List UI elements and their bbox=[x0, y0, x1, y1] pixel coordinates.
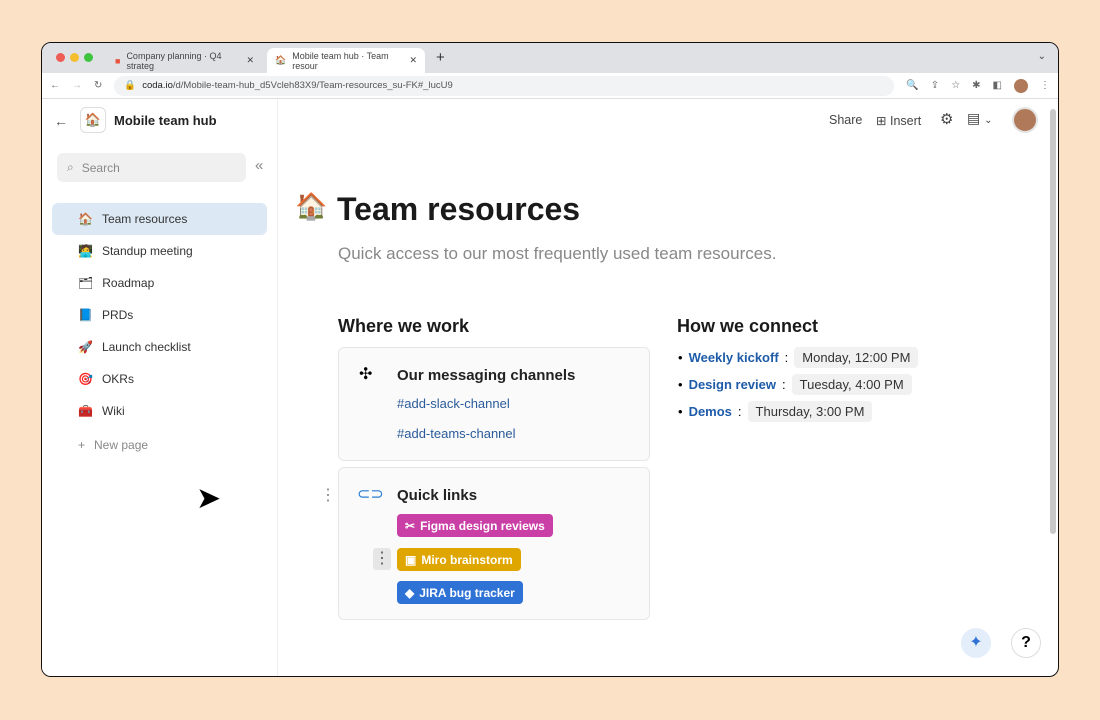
jira-link-chip[interactable]: ◆ JIRA bug tracker bbox=[397, 581, 523, 604]
search-input[interactable]: ⌕ Search bbox=[57, 153, 246, 182]
help-button[interactable]: ? bbox=[1011, 628, 1041, 658]
back-icon[interactable]: ← bbox=[50, 80, 60, 91]
doc-icon: 🏠 bbox=[80, 107, 106, 133]
teams-channel-link[interactable]: #add-teams-channel bbox=[397, 426, 516, 441]
share-icon[interactable]: ⇪ bbox=[931, 80, 939, 91]
chevron-down-icon[interactable]: ⌄ bbox=[1038, 51, 1046, 62]
person-computer-icon: 🧑‍💻 bbox=[78, 244, 93, 258]
extensions-icon[interactable]: ✱ bbox=[972, 80, 980, 91]
forward-icon[interactable]: → bbox=[72, 80, 82, 91]
sidepanel-icon[interactable]: ◧ bbox=[993, 80, 1002, 91]
scrollbar[interactable] bbox=[1050, 109, 1056, 534]
rocket-icon: 🚀 bbox=[78, 340, 93, 354]
tab-mobile-team-hub[interactable]: 🏠 Mobile team hub · Team resour ✕ bbox=[267, 48, 425, 73]
book-icon: 📘 bbox=[78, 308, 93, 322]
sidebar: ← 🏠 Mobile team hub ⌕ Search « 🏠 Team reso… bbox=[42, 99, 278, 676]
mouse-cursor-icon: ➤ bbox=[196, 482, 222, 515]
meeting-time: Monday, 12:00 PM bbox=[794, 347, 919, 368]
sidebar-item-launch-checklist[interactable]: 🚀 Launch checklist bbox=[52, 331, 267, 363]
url-input[interactable]: 🔒 coda.io/d/Mobile-team-hub_d5Vcleh83X9/T… bbox=[114, 75, 895, 96]
slack-channel-link[interactable]: #add-slack-channel bbox=[397, 396, 510, 411]
maximize-window-button[interactable] bbox=[84, 53, 93, 62]
page-title: Team resources bbox=[337, 191, 581, 227]
sidebar-item-okrs[interactable]: 🎯 OKRs bbox=[52, 363, 267, 395]
share-button[interactable]: Share bbox=[829, 113, 862, 127]
messaging-card: ✣ Our messaging channels #add-slack-chan… bbox=[338, 347, 650, 461]
figma-icon: ✂ bbox=[405, 518, 416, 533]
minimize-window-button[interactable] bbox=[70, 53, 79, 62]
close-window-button[interactable] bbox=[56, 53, 65, 62]
new-page-button[interactable]: + New page bbox=[52, 429, 267, 461]
meeting-item: • Demos: Thursday, 3:00 PM bbox=[678, 401, 873, 422]
back-arrow-icon[interactable]: ← bbox=[54, 113, 68, 129]
doc-title[interactable]: Mobile team hub bbox=[114, 113, 217, 128]
jira-icon: ◆ bbox=[405, 585, 415, 600]
sidebar-item-roadmap[interactable]: 🗂 Roadmap bbox=[52, 267, 267, 299]
slack-icon: ✣ bbox=[359, 366, 373, 383]
reload-icon[interactable]: ↻ bbox=[94, 80, 102, 91]
tab-bar: ■ Company planning · Q4 strateg ✕ 🏠 Mobile … bbox=[42, 43, 1058, 73]
close-tab-icon[interactable]: ✕ bbox=[246, 55, 254, 66]
meeting-link[interactable]: Demos bbox=[689, 404, 732, 419]
sidebar-item-prds[interactable]: 📘 PRDs bbox=[52, 299, 267, 331]
address-bar-row: ← → ↻ 🔒 coda.io/d/Mobile-team-hub_d5Vcleh… bbox=[42, 73, 1058, 99]
quick-links-card: ⊂⊃ Quick links ✂ Figma design reviews ⋮ ▣… bbox=[338, 467, 650, 620]
drag-handle-icon[interactable]: ⋮ bbox=[320, 485, 336, 505]
roadmap-icon: 🗂 bbox=[78, 276, 94, 290]
where-we-work-heading: Where we work bbox=[338, 316, 470, 336]
link-icon: ⊂⊃ bbox=[357, 486, 384, 503]
browser-window: ■ Company planning · Q4 strateg ✕ 🏠 Mobile … bbox=[41, 42, 1059, 677]
lock-icon: 🔒 bbox=[124, 80, 137, 91]
sidebar-item-standup-meeting[interactable]: 🧑‍💻 Standup meeting bbox=[52, 235, 267, 267]
new-tab-button[interactable]: + bbox=[436, 49, 445, 66]
sidebar-item-wiki[interactable]: 🧰 Wiki bbox=[52, 395, 267, 427]
main-content: Share ⊞ Insert ⚙ ▤ ⌄ 🏠 Team resources Qu… bbox=[278, 99, 1058, 676]
house-icon: 🏠 bbox=[275, 55, 287, 65]
comments-icon[interactable]: ▤ ⌄ bbox=[967, 110, 993, 127]
search-icon: ⌕ bbox=[67, 160, 74, 174]
card-title: Quick links bbox=[397, 487, 478, 504]
user-avatar[interactable] bbox=[1012, 107, 1038, 133]
star-icon[interactable]: ☆ bbox=[951, 80, 960, 91]
house-icon: 🏠 bbox=[78, 212, 93, 226]
settings-icon[interactable]: ⚙ bbox=[940, 110, 953, 128]
sidebar-item-team-resources[interactable]: 🏠 Team resources bbox=[52, 203, 267, 235]
how-we-connect-heading: How we connect bbox=[677, 316, 819, 336]
ai-sparkle-button[interactable]: ✦ bbox=[961, 628, 991, 658]
menu-icon[interactable]: ⋮ bbox=[1040, 80, 1050, 91]
collapse-sidebar-icon[interactable]: « bbox=[255, 157, 263, 174]
meeting-time: Thursday, 3:00 PM bbox=[747, 401, 873, 422]
target-icon: 🎯 bbox=[78, 372, 93, 386]
house-icon: 🏠 bbox=[295, 191, 328, 221]
drag-handle-icon[interactable]: ⋮ bbox=[373, 548, 391, 570]
meeting-item: • Design review: Tuesday, 4:00 PM bbox=[678, 374, 912, 395]
meeting-link[interactable]: Weekly kickoff bbox=[689, 350, 779, 365]
meeting-link[interactable]: Design review bbox=[689, 377, 776, 392]
plus-icon: + bbox=[78, 438, 86, 452]
zoom-icon[interactable]: 🔍 bbox=[906, 80, 918, 91]
profile-avatar[interactable] bbox=[1014, 78, 1028, 93]
miro-link-chip[interactable]: ▣ Miro brainstorm bbox=[397, 548, 521, 571]
page-subtitle: Quick access to our most frequently used… bbox=[338, 244, 777, 263]
meeting-time: Tuesday, 4:00 PM bbox=[791, 374, 912, 395]
close-tab-icon[interactable]: ✕ bbox=[409, 55, 417, 66]
insert-button[interactable]: ⊞ Insert bbox=[876, 113, 921, 128]
card-title: Our messaging channels bbox=[397, 367, 576, 384]
meeting-item: • Weekly kickoff: Monday, 12:00 PM bbox=[678, 347, 919, 368]
grid-icon: ⊞ bbox=[876, 114, 887, 128]
tab-company-planning[interactable]: ■ Company planning · Q4 strateg ✕ bbox=[107, 48, 262, 73]
toolbox-icon: 🧰 bbox=[78, 404, 93, 418]
figma-link-chip[interactable]: ✂ Figma design reviews bbox=[397, 514, 553, 537]
clipboard-icon: ▣ bbox=[405, 552, 417, 567]
coda-icon: ■ bbox=[115, 55, 121, 66]
